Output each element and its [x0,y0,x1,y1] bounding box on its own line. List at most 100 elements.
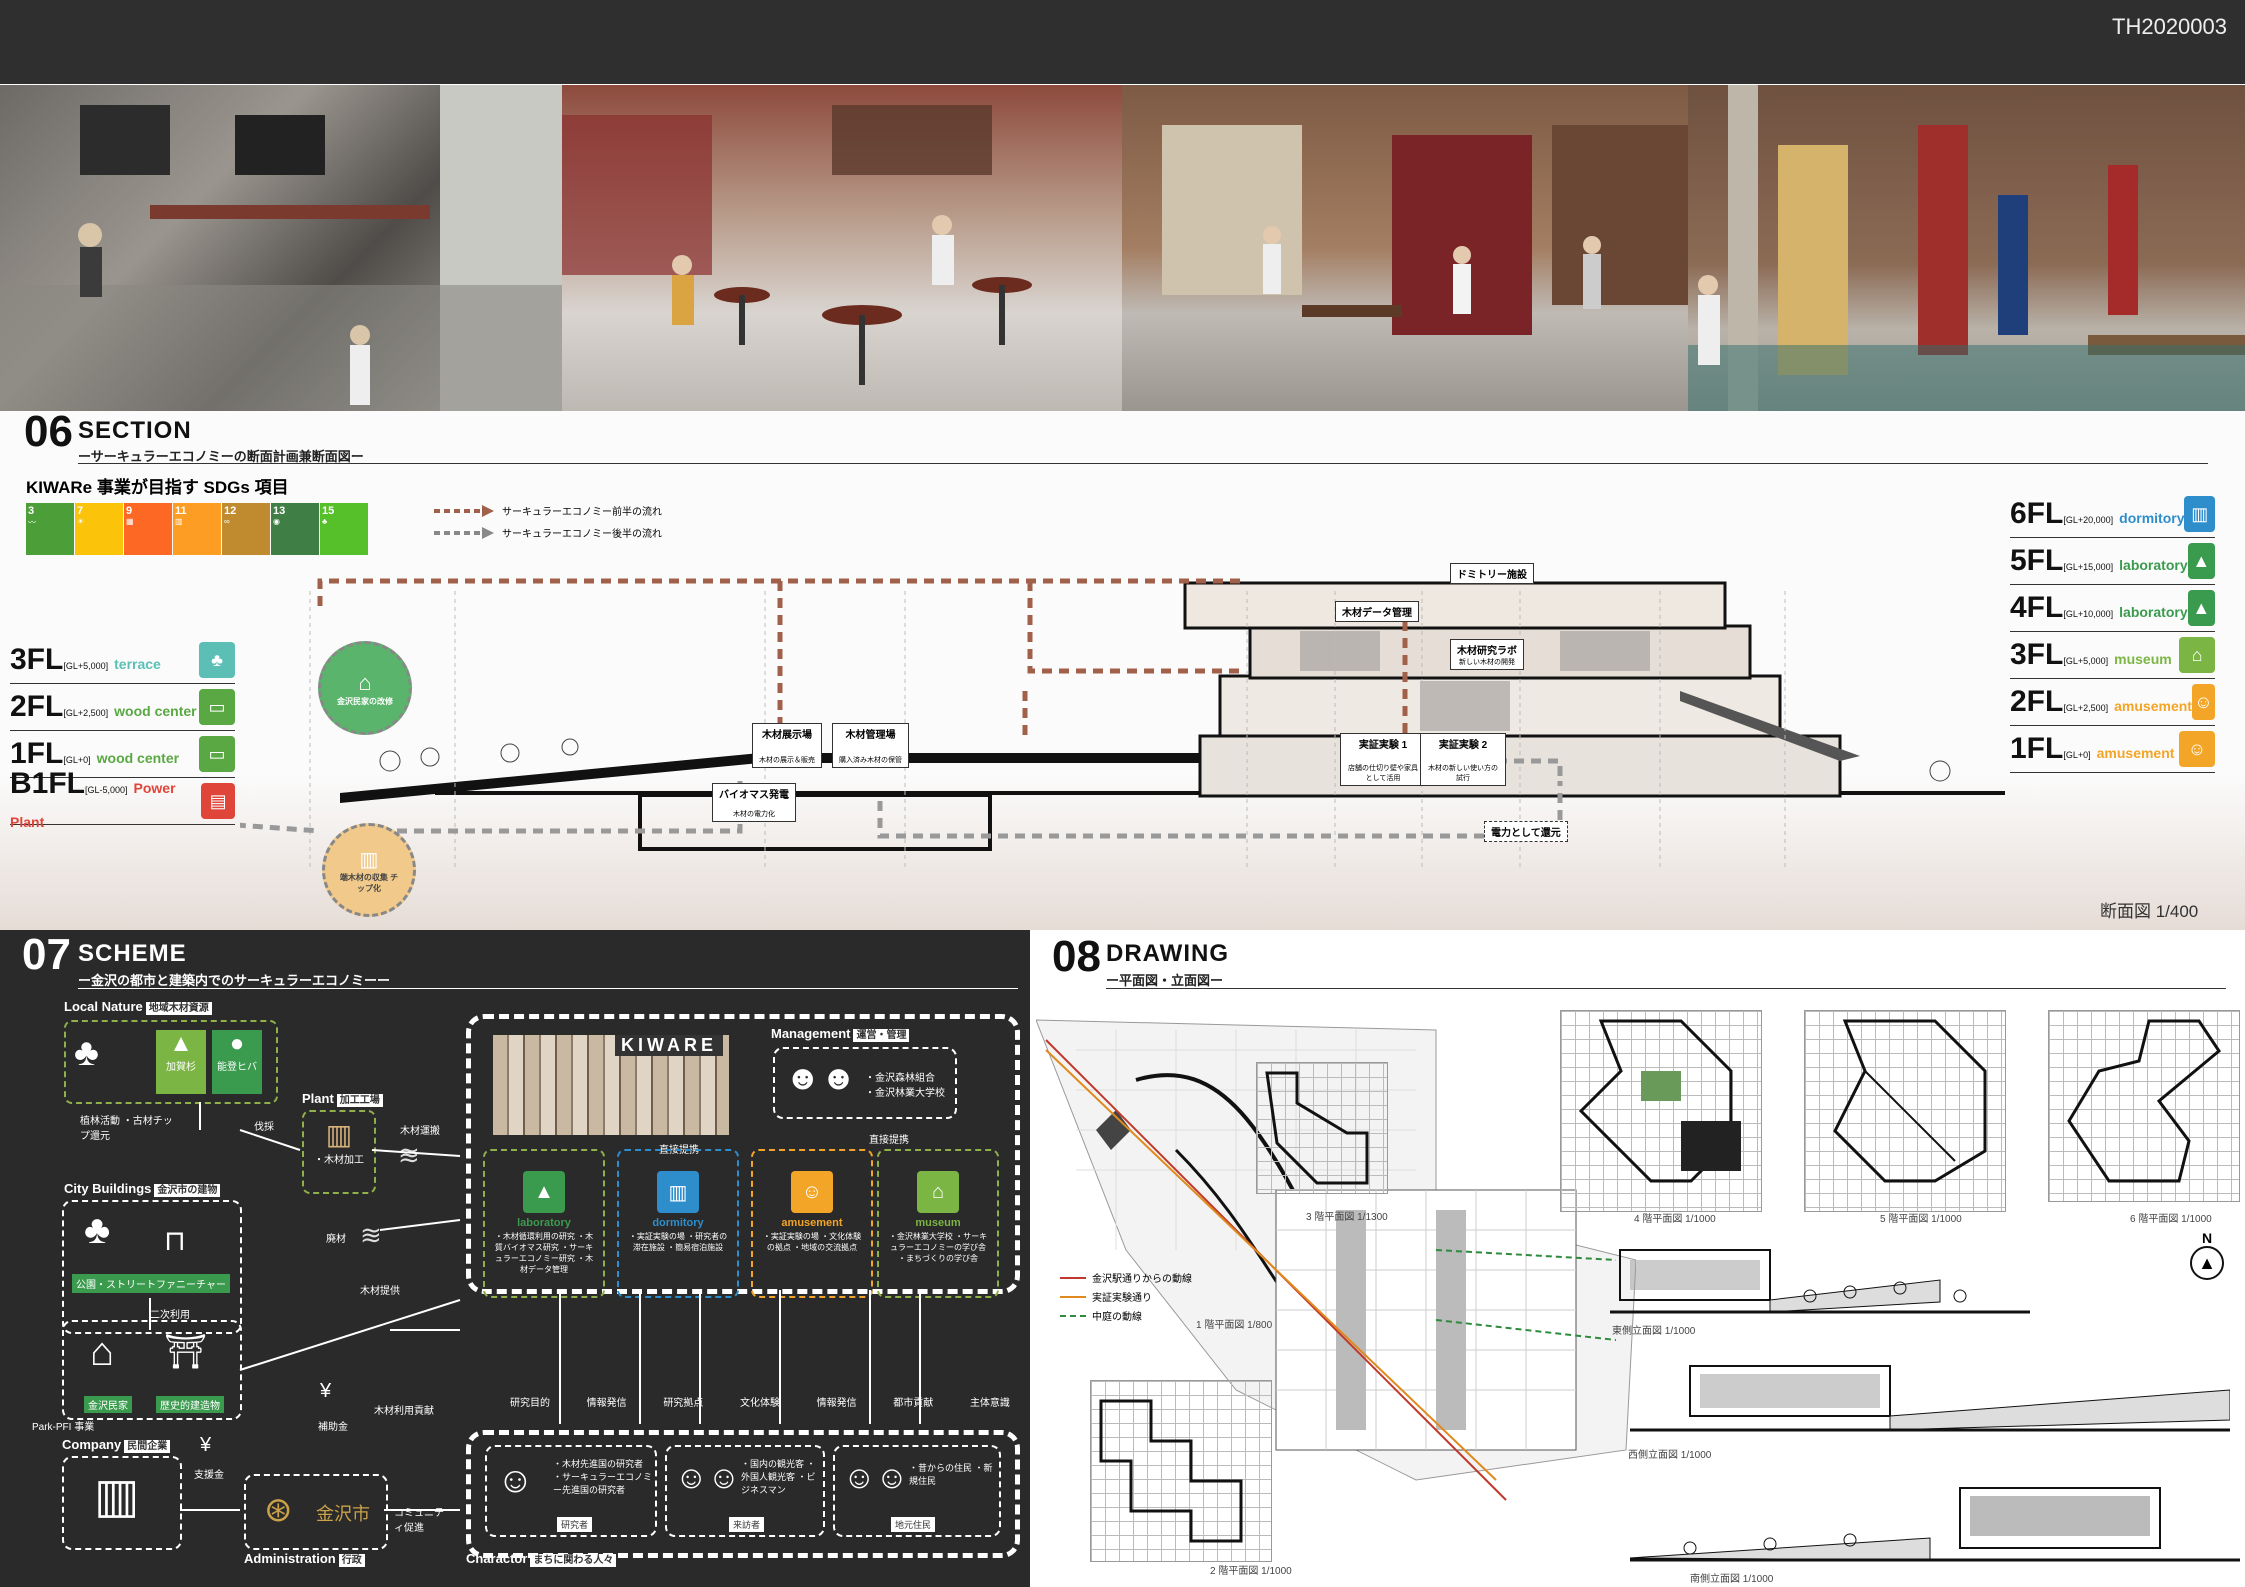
supply-label: 木材提供 [360,1286,400,1297]
scheme-subtitle: ー金沢の都市と建築内でのサーキュラーエコノミーー [78,973,391,988]
tag-research-lab: 木材研究ラボ 新しい木材の開発 [1450,639,1524,670]
section-number: 06 [24,407,73,456]
tag-experiment-2: 実証実験 2 木材の新しい使い方の試行 [1420,733,1506,786]
person-visitor: ☺☺ ・国内の観光客 ・外国人観光客 ・ビジネスマン 来訪者 [665,1445,825,1537]
administration-heading: Administration 行政 [244,1550,365,1568]
management-heading: Management 運営・管理 [771,1025,910,1043]
dormitory-building-icon: ▥ [657,1171,699,1213]
circulation-legend: 金沢駅通りからの動線 実証実験通り 中庭の動線 [1060,1270,1192,1323]
noto-hiba-tile: ● 能登ヒバ [212,1030,262,1094]
plan-6f-drawing [2067,1019,2221,1183]
card-dormitory-desc: ・実証実験の場 ・研究者の滞在施設 ・簡易宿泊施設 [628,1232,728,1252]
caption-west-elevation: 西側立面図 1/1000 [1628,1450,1712,1461]
rendering-museum-image [1688,85,2245,411]
cutting-label: 伐採 [254,1122,274,1133]
tag-storage: 木材管理場 購入済み木材の保管 [832,723,909,768]
local-nature-heading: Local Nature 地域木材資源 [64,998,212,1016]
graduation-cap-icon: ▲ [2187,590,2215,626]
factory-icon: ▥ [359,848,379,871]
transport-label: 木材運搬 [400,1126,440,1137]
drawing-number: 08 [1052,932,1101,981]
elevation-south [1630,1487,2240,1562]
plan-2f-drawing [1099,1399,1243,1543]
storage-label: 木材管理場 [845,730,896,741]
exhibit-label: 木材展示場 [762,730,812,741]
kiware-facade-image: KIWARE [493,1035,729,1135]
caption-south-elevation: 南側立面図 1/1000 [1690,1574,1774,1585]
waste-label: 廃材 [326,1234,346,1245]
city-buildings-heading: City Buildings 金沢市の建物 [64,1180,221,1198]
right-floor-list: 6FL[GL+20,000] dormitory ▥ 5FL[GL+15,000]… [2010,491,2215,773]
visitor-role: 来訪者 [729,1517,765,1532]
yen-bag-icon: ¥ [320,1380,332,1402]
rendering-workspace-image [0,85,562,411]
plant-item-label: ・木材加工 [314,1155,364,1166]
kanazawa-city-label: 金沢市 [316,1504,370,1524]
graduation-cap-icon: ▲ [2187,543,2215,579]
sdg-heading: KIWARe 事業が目指す SDGs 項目 [26,478,289,497]
card-museum-desc: ・金沢林業大学校 ・サーキュラーエコノミーの学び舎 ・まちづくりの学び舎 [888,1232,988,1263]
tag-dormitory: ドミトリー施設 [1450,563,1534,584]
caption-plan-3f: 3 階平面図 1/1300 [1306,1212,1388,1223]
right-floor-2fl: 2FL[GL+2,500] amusement ☺ [2010,679,2215,726]
caption-plan-5f: 5 階平面図 1/1000 [1880,1214,1962,1225]
drawing-rule [1106,988,2226,989]
minka-renovation-circle: ⌂ 金沢民家の改修 [318,641,412,735]
flow-label: 主体意識 [969,1398,1010,1409]
plant-heading: Plant 加工工場 [302,1090,383,1108]
experiment-2-label: 実証実験 2 [1438,740,1488,751]
card-laboratory-desc: ・木材循環利用の研究 ・木質バイオマス研究 ・サーキュラーエコノミー研究 ・木材… [494,1232,594,1274]
legend-front-label: サーキュラーエコノミー前半の流れ [502,507,662,518]
character-heading: Charactor まちに関わる人々 [466,1550,617,1568]
kiware-box: KIWARE Management 運営・管理 ☻☻ ・金沢森林組合 ・金沢林業大学… [466,1014,1020,1298]
rendering-cafe [562,85,1122,411]
rendering-museum [1688,85,2245,411]
family-icon: ☺☺ [675,1459,741,1495]
sdg-goal-3: 3 〰 [26,503,74,555]
rendering-cafe-image [562,105,1032,385]
left-floor-3fl: 3FL[GL+5,000] terrace ♣ [10,637,235,684]
caption-east-elevation: 東側立面図 1/1000 [1612,1326,1696,1337]
legend-front-arrow-icon [434,504,494,517]
characters-box: ☺ ・木材先進国の研究者 ・サーキュラーエコノミー先進国の研究者 研究者 ☺☺ … [466,1430,1020,1558]
wood-contribution-label: 木材利用貢献 [374,1406,434,1417]
city-buildings-box: ⌂ ⛩ 金沢民家 歴史的建造物 [62,1320,242,1420]
minka-house-icon: ⌂ [90,1330,115,1374]
resident-role: 地元住民 [891,1517,936,1532]
section-panel: 06 SECTION ーサーキュラーエコノミーの断面計画兼断面図ー KIWARe… [0,407,2245,930]
plan-3f-drawing [1265,1071,1369,1185]
card-amusement: ☺ amusement ・実証実験の場 ・文化体験の拠点 ・地域の交流拠点 [751,1149,873,1298]
research-lab-sub: 新しい木材の開発 [1459,659,1515,666]
drawing-panel: 08 DRAWING ー平面図・立面図ー 金沢駅通りからの動線 実証実験通り 中… [1030,930,2245,1587]
temple-icon: ⛩ [164,1333,208,1371]
researcher-icon: ☺ [497,1459,534,1500]
section-scale: 断面図 1/400 [2100,902,2199,921]
legend-front-flow: サーキュラーエコノミー前半の流れ [434,503,662,518]
company-box: ▥ [62,1456,182,1550]
flow-label-row: 研究目的 情報発信 研究拠点 文化体験 情報発信 都市貢献 主体意識 [510,1394,1010,1409]
chip-collection-label: 端木材の収集 チップ化 [339,872,399,893]
flow-label: 研究目的 [510,1398,550,1409]
tag-experiment-1: 実証実験 1 店舗の仕切り壁や家具として活用 [1340,733,1426,786]
people-icon: ☺ [2179,731,2215,767]
plan-4f [1560,1010,1762,1212]
elevation-east [1610,1249,2030,1314]
tag-biomass: バイオマス発電 木材の電力化 [712,783,796,822]
plan-6f [2048,1010,2240,1202]
power-plant-icon: ▤ [201,783,235,819]
caption-plan-2f: 2 階平面図 1/1000 [1210,1566,1292,1577]
scheme-panel: 07 SCHEME ー金沢の都市と建築内でのサーキュラーエコノミーー Local… [0,930,1030,1587]
local-nature-box: ♣ ▲ 加賀杉 ● 能登ヒバ [64,1020,278,1104]
compass-icon: ▲ [2190,1246,2224,1280]
section-rule [78,463,2208,464]
graduation-cap-icon: ▲ [523,1171,565,1213]
tag-exhibit: 木材展示場 木材の展示＆販売 [752,723,822,768]
secondary-use-label: 二次利用 [150,1310,190,1321]
kiware-logo: KIWARE [615,1035,723,1056]
plan-3f [1256,1062,1388,1194]
logging-label: 植林活動 ・古材チップ還元 [80,1116,173,1142]
administration-box: ⊛ 金沢市 [244,1474,388,1550]
card-laboratory: ▲ laboratory ・木材循環利用の研究 ・木質バイオマス研究 ・サーキュ… [483,1149,605,1298]
scheme-number: 07 [22,930,71,979]
section-title: SECTION [78,417,192,444]
